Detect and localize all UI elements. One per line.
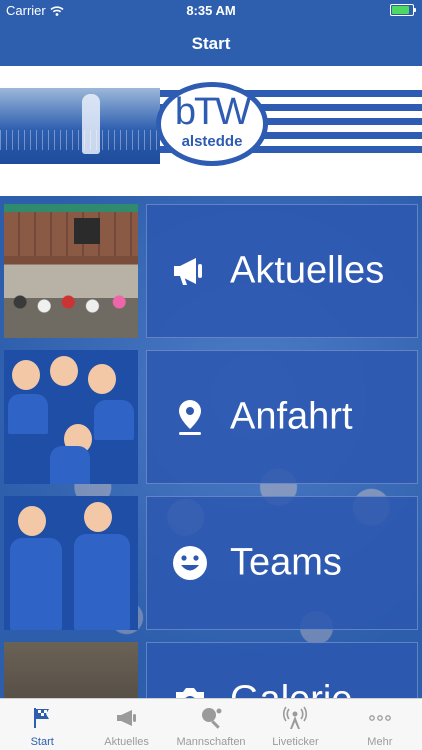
status-time: 8:35 AM	[186, 3, 236, 18]
tab-label-mannschaften: Mannschaften	[176, 736, 246, 748]
flag-icon	[34, 708, 50, 728]
tab-label-mehr: Mehr	[367, 736, 393, 748]
more-dots-icon	[368, 715, 391, 721]
tab-bar: Start Aktuelles Mannschaften Liveticker …	[0, 698, 422, 750]
smiley-icon	[173, 546, 207, 580]
battery-icon	[390, 4, 416, 16]
anfahrt-tile[interactable]: Anfahrt	[146, 350, 418, 484]
navigation-bar: Start	[0, 22, 422, 66]
tennis-photo	[0, 88, 160, 164]
galerie-tile[interactable]: Galerie	[146, 642, 418, 698]
tile-label-anfahrt: Anfahrt	[230, 395, 353, 438]
anfahrt-thumbnail	[4, 350, 138, 484]
teams-thumbnail	[4, 496, 138, 630]
tab-start[interactable]: Start	[0, 699, 84, 750]
tab-label-start: Start	[30, 736, 54, 748]
map-pin-icon	[179, 400, 201, 435]
battery-group	[390, 4, 416, 16]
menu-row-anfahrt[interactable]: Anfahrt	[4, 350, 418, 484]
megaphone-icon	[174, 258, 202, 285]
tab-label-liveticker: Liveticker	[272, 736, 319, 748]
club-banner: bTW alstedde	[0, 66, 422, 196]
galerie-thumbnail	[4, 642, 138, 698]
status-bar: Carrier 8:35 AM	[0, 0, 422, 22]
tab-liveticker[interactable]: Liveticker	[253, 699, 337, 750]
start-menu: Aktuelles Anfahrt Teams	[0, 196, 422, 698]
tab-mehr[interactable]: Mehr	[338, 699, 422, 750]
tab-label-aktuelles: Aktuelles	[104, 736, 149, 748]
broadcast-icon	[283, 706, 308, 729]
tennis-racket-icon	[202, 708, 222, 729]
tile-label-aktuelles: Aktuelles	[230, 249, 385, 292]
page-title: Start	[191, 34, 231, 53]
tile-label-galerie: Galerie	[230, 679, 353, 699]
logo-main-text: bTW	[174, 91, 251, 133]
logo-sub-text: alstedde	[181, 133, 243, 150]
tile-label-teams: Teams	[230, 541, 342, 584]
aktuelles-thumbnail	[4, 204, 138, 338]
menu-row-teams[interactable]: Teams	[4, 496, 418, 630]
teams-tile[interactable]: Teams	[146, 496, 418, 630]
club-logo: bTW alstedde	[156, 82, 268, 166]
menu-row-aktuelles[interactable]: Aktuelles	[4, 204, 418, 338]
camera-icon	[176, 688, 204, 698]
tab-aktuelles[interactable]: Aktuelles	[84, 699, 168, 750]
megaphone-icon	[116, 710, 136, 726]
aktuelles-tile[interactable]: Aktuelles	[146, 204, 418, 338]
tab-mannschaften[interactable]: Mannschaften	[169, 699, 253, 750]
menu-row-galerie[interactable]: Galerie	[4, 642, 418, 698]
